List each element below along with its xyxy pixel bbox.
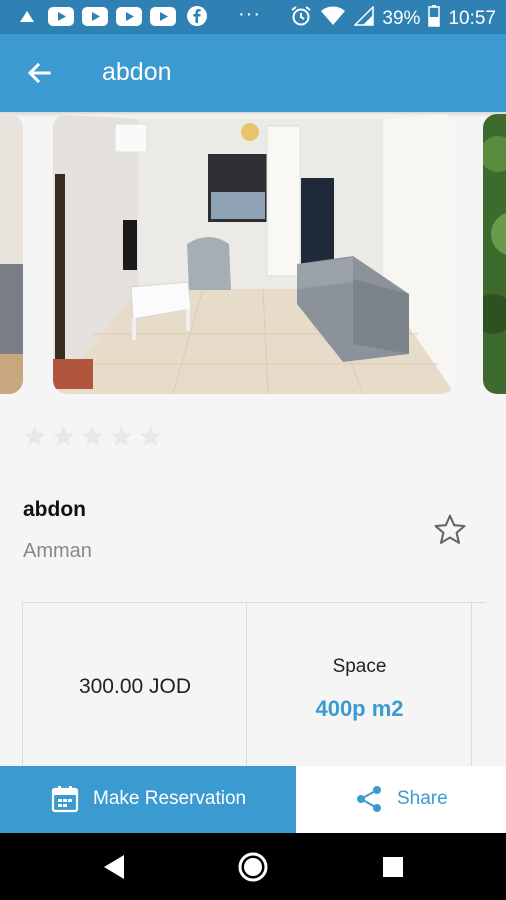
- favorite-button[interactable]: [432, 512, 468, 548]
- more-notifications-indicator: ···: [238, 3, 261, 25]
- star-outline-icon: [434, 514, 466, 544]
- back-button[interactable]: [22, 56, 56, 90]
- price-cell: 300.00 JOD: [23, 603, 247, 769]
- battery-percent: 39%: [382, 8, 421, 29]
- space-label: Space: [332, 656, 387, 677]
- share-button[interactable]: Share: [296, 766, 506, 833]
- space-value: 400p m2: [315, 696, 404, 721]
- star-icon: [24, 426, 45, 446]
- share-icon: [357, 786, 381, 812]
- nav-recents-button[interactable]: [375, 849, 411, 885]
- price-value: 300.00 JOD: [78, 675, 192, 698]
- youtube-icon: [150, 6, 176, 26]
- action-bar: Make Reservation Share: [0, 766, 506, 833]
- wifi-icon: [320, 6, 346, 32]
- image-carousel[interactable]: [0, 112, 506, 402]
- circle-home-icon: [238, 852, 268, 882]
- system-status: 39% 10:57: [290, 5, 496, 33]
- status-bar: ··· 39% 10:57: [0, 0, 506, 34]
- notification-icons: [14, 6, 210, 26]
- calendar-icon: [51, 786, 79, 813]
- facebook-icon: [184, 6, 210, 26]
- listing-city: Amman: [23, 540, 92, 562]
- nav-back-button[interactable]: [96, 849, 132, 885]
- listing-name: abdon: [23, 498, 86, 521]
- app-notification-icon: [14, 6, 40, 26]
- carousel-image-previous[interactable]: [0, 114, 23, 394]
- youtube-icon: [82, 6, 108, 26]
- youtube-icon: [48, 6, 74, 26]
- battery-icon: [428, 5, 441, 33]
- youtube-icon: [116, 6, 142, 26]
- triangle-back-icon: [104, 855, 124, 879]
- star-icon: [140, 426, 161, 446]
- arrow-back-icon: [27, 62, 51, 84]
- space-cell: Space 400p m2: [247, 603, 472, 769]
- rating-stars: [22, 424, 163, 449]
- star-icon: [82, 426, 103, 446]
- star-icon: [111, 426, 132, 446]
- clock: 10:57: [448, 8, 496, 29]
- cell-signal-icon: [353, 5, 375, 32]
- page-title: abdon: [102, 58, 172, 86]
- make-reservation-label: Make Reservation: [93, 788, 247, 809]
- share-label: Share: [397, 788, 448, 809]
- square-recents-icon: [383, 857, 403, 877]
- details-grid: 300.00 JOD Space 400p m2: [22, 602, 486, 769]
- system-navigation-bar: [0, 833, 506, 900]
- nav-home-button[interactable]: [235, 849, 271, 885]
- carousel-image-next[interactable]: [483, 114, 506, 394]
- star-icon: [53, 426, 74, 446]
- make-reservation-button[interactable]: Make Reservation: [0, 766, 296, 833]
- living-room-photo[interactable]: [53, 114, 455, 394]
- alarm-icon: [290, 5, 312, 33]
- app-bar: abdon: [0, 34, 506, 112]
